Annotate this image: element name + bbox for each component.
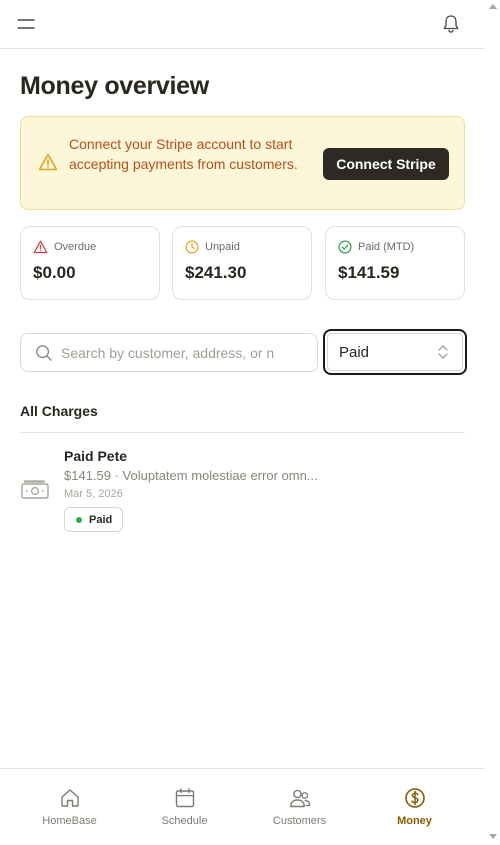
nav-item-customers[interactable]: Customers <box>242 769 357 845</box>
status-badge-label: Paid <box>89 513 113 526</box>
nav-label: Money <box>397 815 432 827</box>
scrollbar[interactable] <box>485 0 500 845</box>
status-filter-value: Paid <box>339 344 370 361</box>
scroll-down-arrow[interactable] <box>489 834 497 839</box>
search-input[interactable] <box>61 336 311 369</box>
nav-label: HomeBase <box>42 815 97 827</box>
top-bar <box>0 0 485 49</box>
check-circle-icon <box>338 240 352 254</box>
charge-date: Mar 5, 2026 <box>64 488 123 500</box>
overdue-stat-card[interactable]: Overdue $0.00 <box>20 226 160 300</box>
status-dot <box>76 516 82 523</box>
nav-item-money[interactable]: Money <box>357 769 472 845</box>
search-icon <box>36 345 52 361</box>
status-badge: Paid <box>64 507 124 532</box>
nav-item-schedule[interactable]: Schedule <box>127 769 242 845</box>
users-icon <box>289 789 310 808</box>
search-box <box>20 333 318 372</box>
section-title: All Charges <box>20 403 98 419</box>
alert-triangle-icon <box>33 240 48 254</box>
app-screen: Money overview Connect your Stripe accou… <box>0 0 485 845</box>
paid-mtd-stat-card[interactable]: Paid (MTD) $141.59 <box>325 226 465 300</box>
calendar-icon <box>175 788 194 808</box>
stat-value: $141.59 <box>338 263 400 282</box>
stat-value: $0.00 <box>33 263 76 282</box>
nav-label: Schedule <box>161 815 208 827</box>
charge-customer-name: Paid Pete <box>64 448 128 464</box>
status-filter-select[interactable]: Paid <box>323 329 467 375</box>
stat-header: Unpaid <box>185 240 240 254</box>
clock-icon <box>185 240 199 254</box>
hamburger-icon <box>17 19 35 29</box>
dollar-circle-icon <box>404 788 425 808</box>
stat-header: Paid (MTD) <box>338 240 414 254</box>
charge-description: $141.59 · Voluptatem molestiae error omn… <box>64 468 318 483</box>
warning-triangle-icon <box>38 153 58 171</box>
stripe-connect-banner: Connect your Stripe account to start acc… <box>20 116 465 210</box>
stat-value: $241.30 <box>185 263 247 282</box>
stat-label: Paid (MTD) <box>358 241 415 253</box>
page-title: Money overview <box>20 72 209 100</box>
nav-item-homebase[interactable]: HomeBase <box>12 769 127 845</box>
charge-list-item[interactable]: Paid Pete $141.59 · Voluptatem molestiae… <box>20 440 465 540</box>
unpaid-stat-card[interactable]: Unpaid $241.30 <box>172 226 312 300</box>
banknote-icon <box>21 480 49 499</box>
bell-icon <box>443 15 459 33</box>
chevron-up-down-icon <box>438 345 448 359</box>
home-icon <box>60 789 79 807</box>
stat-label: Unpaid <box>205 241 240 253</box>
scroll-up-arrow[interactable] <box>489 4 497 9</box>
banner-message: Connect your Stripe account to start acc… <box>69 136 298 172</box>
bottom-navigation: HomeBase Schedule Customers Money <box>0 768 485 845</box>
nav-label: Customers <box>272 815 327 827</box>
menu-button[interactable] <box>12 10 40 38</box>
notifications-button[interactable] <box>437 10 465 38</box>
stat-label: Overdue <box>54 241 97 253</box>
stat-header: Overdue <box>33 240 96 254</box>
divider <box>20 432 465 433</box>
connect-stripe-button[interactable]: Connect Stripe <box>323 148 449 180</box>
